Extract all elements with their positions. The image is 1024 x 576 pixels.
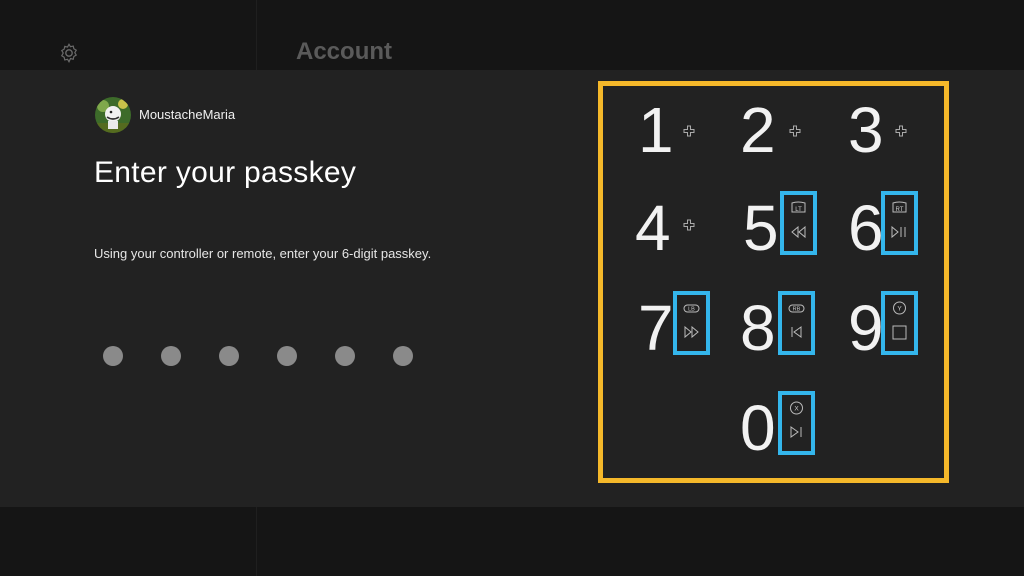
bottom-bar: [0, 507, 1024, 576]
controller-label: X: [794, 406, 799, 413]
passkey-dot: [393, 346, 413, 366]
dpad-icon: [683, 219, 695, 231]
passkey-heading: Enter your passkey: [94, 156, 357, 189]
passkey-dot: [103, 346, 123, 366]
play-pause-icon: [891, 225, 906, 239]
controller-label: RT: [896, 207, 904, 213]
key-digit: 4: [635, 192, 671, 264]
controller-label: LB: [688, 307, 695, 313]
passkey-keypad: 1 2 3 4 5 LT 6 RT 7 LB 8 RB 9 Y 0 X: [598, 81, 949, 483]
top-bar: Account: [0, 0, 1024, 70]
avatar: [95, 97, 131, 133]
passkey-dot: [161, 346, 181, 366]
rewind-icon: [791, 225, 806, 239]
key-digit: 9: [848, 292, 884, 364]
key-digit: 0: [740, 392, 776, 464]
controller-label: Y: [897, 306, 902, 313]
page-title: Account: [296, 38, 392, 65]
controller-hint-box: RT: [881, 191, 918, 255]
key-digit: 1: [638, 94, 674, 166]
key-digit: 2: [740, 94, 776, 166]
stop-icon: [892, 325, 907, 340]
key-digit: 3: [848, 94, 884, 166]
passkey-dot: [335, 346, 355, 366]
key-digit: 5: [743, 192, 779, 264]
key-digit: 6: [848, 192, 884, 264]
passkey-dot: [219, 346, 239, 366]
gamertag: MoustacheMaria: [139, 107, 236, 122]
bottom-divider: [256, 507, 257, 576]
passkey-instructions: Using your controller or remote, enter y…: [94, 246, 432, 261]
gear-icon[interactable]: [58, 42, 80, 64]
controller-hint-box: LB: [673, 291, 710, 355]
main-panel: MoustacheMaria Enter your passkey Using …: [0, 70, 1024, 507]
skip-back-icon: [791, 326, 802, 338]
skip-forward-icon: [790, 426, 802, 438]
dpad-icon: [789, 125, 801, 137]
top-divider: [256, 0, 257, 70]
passkey-dots: [103, 346, 413, 366]
controller-hint-box: Y: [881, 291, 918, 355]
controller-label: RB: [793, 307, 801, 313]
dpad-icon: [895, 125, 907, 137]
controller-label: LT: [795, 207, 802, 213]
key-digit: 8: [740, 292, 776, 364]
controller-hint-box: RB: [778, 291, 815, 355]
dpad-icon: [683, 125, 695, 137]
key-digit: 7: [638, 292, 674, 364]
passkey-dot: [277, 346, 297, 366]
controller-hint-box: X: [778, 391, 815, 455]
fast-forward-icon: [684, 325, 699, 339]
controller-hint-box: LT: [780, 191, 817, 255]
